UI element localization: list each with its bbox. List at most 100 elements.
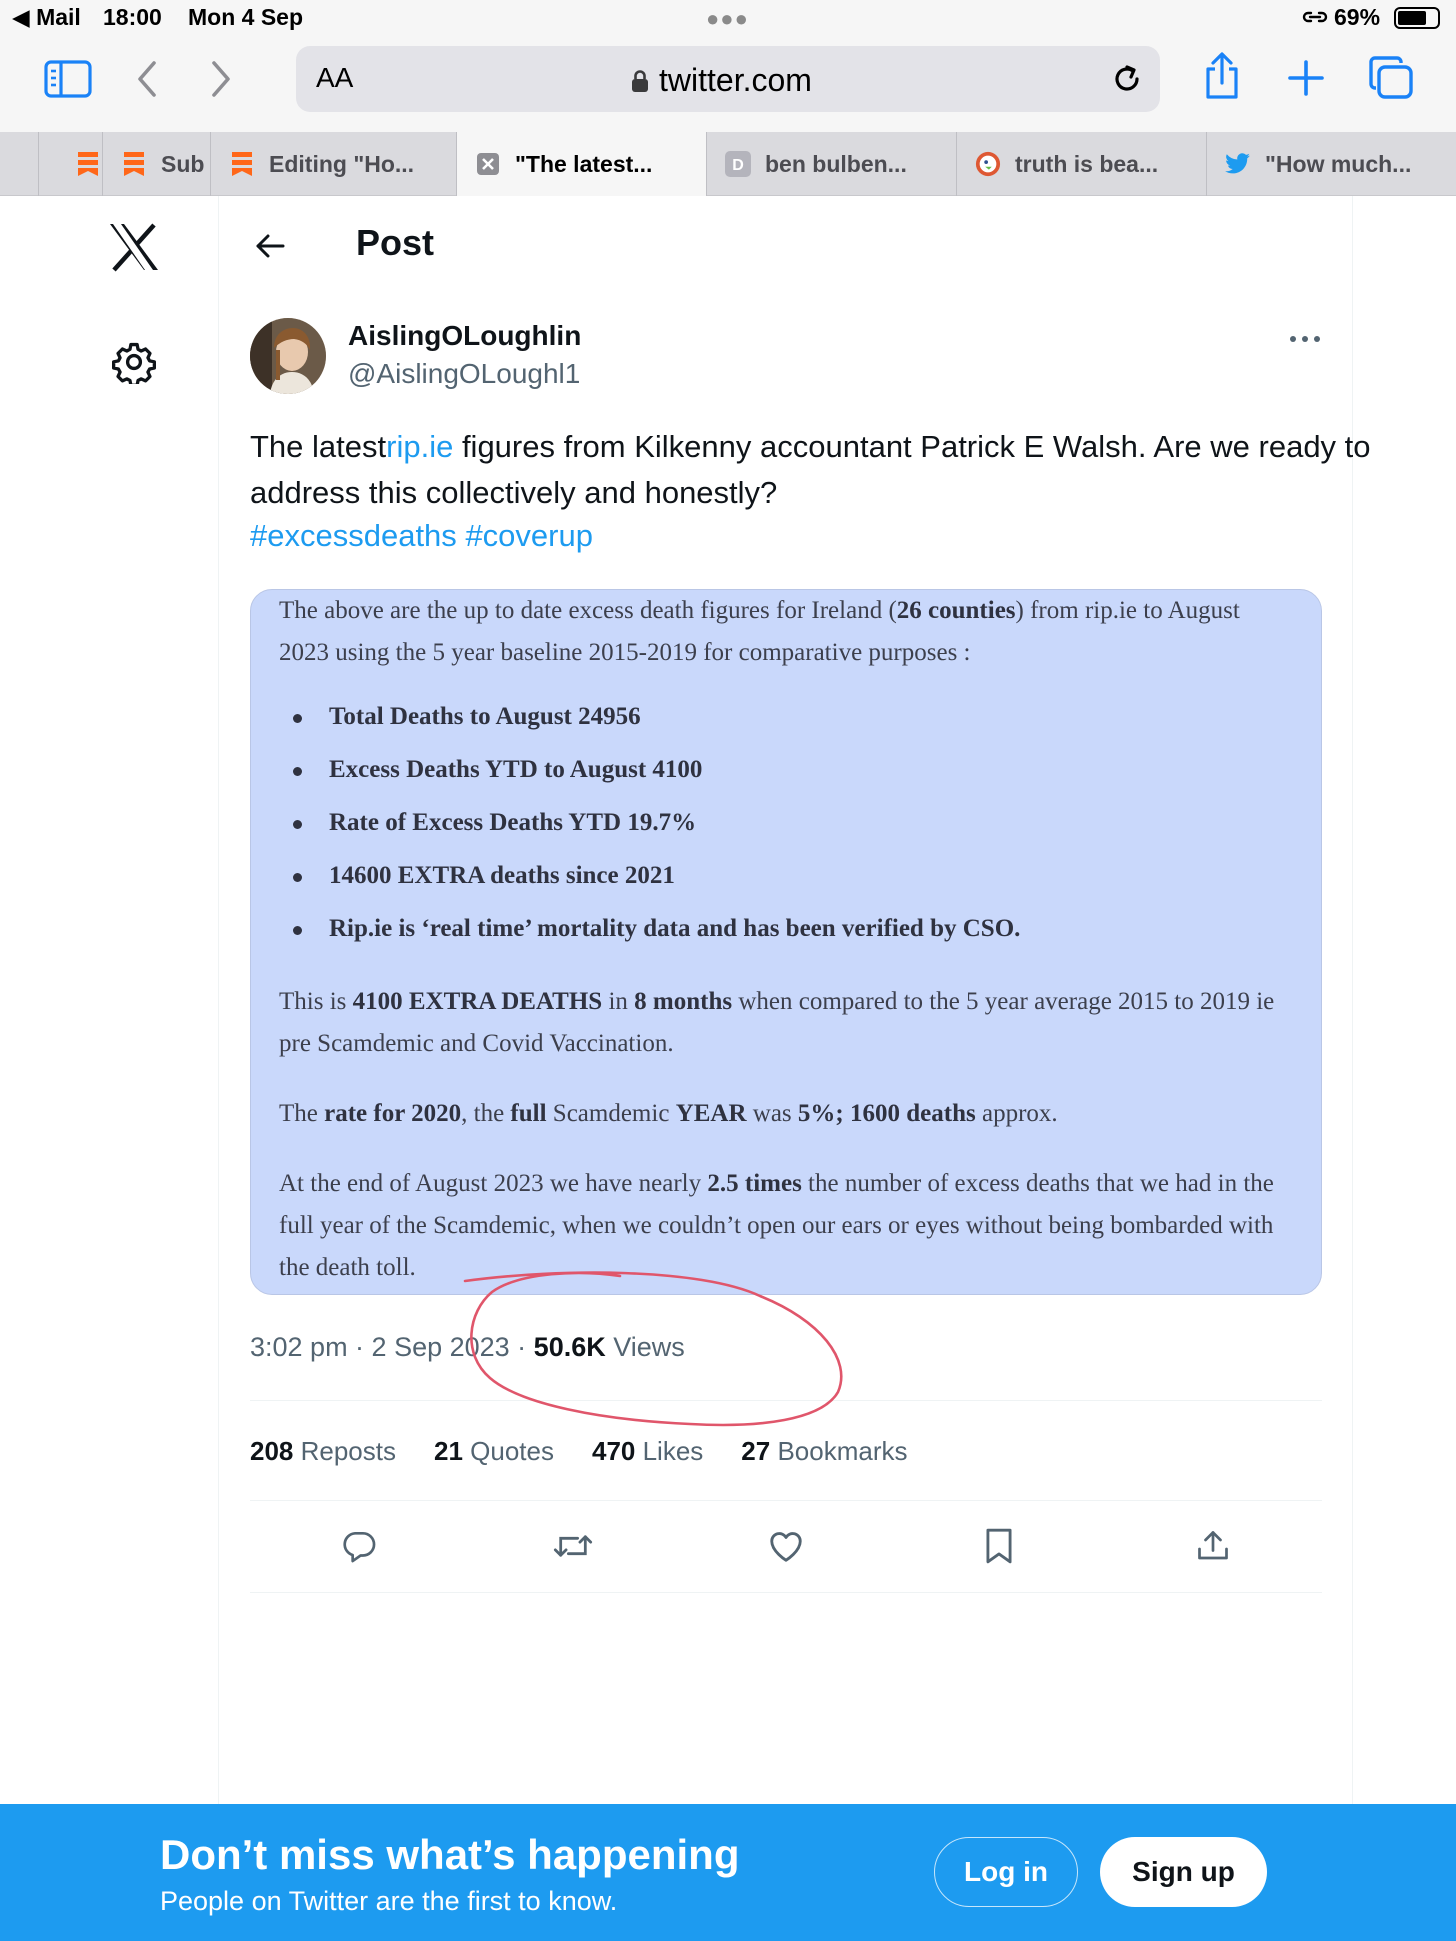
tweet-timestamp[interactable]: 3:02 pm · 2 Sep 2023 · — [250, 1332, 534, 1362]
image-text-bold: 2.5 times — [707, 1170, 802, 1197]
tab-how-much[interactable]: "How much... — [1206, 132, 1456, 196]
banner-headline: Don’t miss what’s happening — [160, 1831, 740, 1878]
tab-bookmark[interactable] — [38, 132, 102, 196]
tab-label: ben bulben... — [765, 150, 907, 177]
image-text: Scamdemic — [546, 1100, 676, 1127]
repost-icon[interactable] — [553, 1526, 593, 1566]
duckduckgo-favicon-icon — [975, 151, 1001, 177]
share-tweet-icon[interactable] — [1193, 1526, 1233, 1566]
tweet-hashtags: #excessdeaths #coverup — [250, 518, 593, 554]
image-text: , the — [461, 1100, 511, 1127]
text-size-button[interactable]: AA — [316, 62, 353, 94]
tweet-text-start: The latest — [250, 429, 387, 464]
back-arrow-icon[interactable] — [252, 228, 288, 264]
sidebar-icon[interactable] — [40, 58, 96, 100]
avatar[interactable] — [250, 318, 326, 394]
quotes-label: Quotes — [462, 1436, 554, 1466]
address-domain[interactable]: twitter.com — [631, 62, 812, 99]
likes-stat[interactable]: 470 Likes — [592, 1436, 703, 1467]
tweet-image[interactable]: The above are the up to date excess deat… — [250, 589, 1322, 1295]
twitter-bird-favicon-icon — [1225, 151, 1251, 177]
image-text-bold: YEAR — [675, 1100, 747, 1127]
image-text: The above are the up to date excess deat… — [279, 597, 897, 624]
bookmarks-count: 27 — [741, 1436, 771, 1466]
image-paragraph-2: This is 4100 EXTRA DEATHS in 8 months wh… — [279, 981, 1289, 1065]
signup-button[interactable]: Sign up — [1100, 1837, 1267, 1907]
share-icon[interactable] — [1198, 50, 1246, 102]
x-logo-icon[interactable] — [108, 222, 160, 272]
substack-favicon-icon — [229, 151, 255, 177]
list-item: Rip.ie is ‘real time’ mortality data and… — [279, 902, 1020, 955]
engagement-stats: 208 Reposts 21 Quotes 470 Likes 27 Bookm… — [250, 1436, 907, 1467]
image-intro-paragraph: The above are the up to date excess deat… — [279, 590, 1289, 674]
page-title: Post — [356, 222, 435, 263]
close-tab-icon[interactable] — [475, 151, 501, 177]
likes-label: Likes — [635, 1436, 704, 1466]
divider — [250, 1400, 1322, 1401]
hashtag-coverup[interactable]: #coverup — [465, 518, 593, 553]
bookmark-icon[interactable] — [979, 1526, 1019, 1566]
column-divider — [218, 196, 219, 1804]
reposts-count: 208 — [250, 1436, 294, 1466]
settings-gear-icon[interactable] — [112, 340, 156, 387]
tweet-link[interactable]: rip.ie — [386, 429, 453, 464]
divider — [250, 1500, 1322, 1501]
quotes-stat[interactable]: 21 Quotes — [434, 1436, 554, 1467]
image-text: The — [279, 1100, 325, 1127]
bookmarks-label: Bookmarks — [770, 1436, 908, 1466]
tweet-text: The latestrip.ie figures from Kilkenny a… — [250, 424, 1380, 516]
tab-substack[interactable]: Sub — [102, 132, 210, 196]
tab-truth-is[interactable]: truth is bea... — [956, 132, 1206, 196]
twitter-page: Post AislingOLoughlin @AislingOLoughl1 T… — [0, 196, 1456, 1804]
image-text: approx. — [975, 1100, 1058, 1127]
reload-icon[interactable] — [1108, 60, 1146, 98]
list-item: 14600 EXTRA deaths since 2021 — [279, 849, 1020, 902]
new-tab-icon[interactable] — [1284, 56, 1328, 100]
substack-favicon-icon — [121, 151, 147, 177]
back-icon[interactable] — [130, 58, 164, 100]
reply-icon[interactable] — [339, 1526, 379, 1566]
svg-text:D: D — [732, 157, 744, 174]
back-to-mail-link[interactable]: ◀ Mail — [12, 4, 81, 31]
divider — [250, 1592, 1322, 1593]
likes-count: 470 — [591, 1436, 636, 1466]
lock-icon — [632, 69, 648, 92]
image-text-bold: 4100 EXTRA DEATHS — [352, 988, 603, 1015]
image-text-bold: 8 months — [634, 988, 733, 1015]
tab-editing[interactable]: Editing "Ho... — [210, 132, 456, 196]
tab-label: "The latest... — [515, 150, 653, 177]
views-label: Views — [605, 1332, 685, 1362]
forward-icon[interactable] — [204, 58, 238, 100]
tab-label: truth is bea... — [1015, 150, 1159, 177]
image-text: This is — [279, 988, 353, 1015]
reposts-stat[interactable]: 208 Reposts — [250, 1436, 396, 1467]
image-text: At the end of August 2023 we have nearly — [279, 1170, 708, 1197]
login-button[interactable]: Log in — [934, 1837, 1078, 1907]
status-time: 18:00 — [103, 4, 162, 30]
battery-percent: 69% — [1334, 4, 1381, 30]
tab-strip: Sub Editing "Ho... "The latest... D ben … — [0, 132, 1456, 196]
hashtag-excessdeaths[interactable]: #excessdeaths — [250, 518, 457, 553]
tabs-overview-icon[interactable] — [1366, 54, 1416, 102]
tweet-timestamp-line: 3:02 pm · 2 Sep 2023 · 50.6K Views — [250, 1332, 685, 1363]
author-display-name[interactable]: AislingOLoughlin — [348, 320, 581, 352]
more-options-icon[interactable] — [1288, 332, 1322, 346]
like-heart-icon[interactable] — [766, 1526, 806, 1566]
image-text-bold: 5%; 1600 deaths — [797, 1100, 976, 1127]
reposts-label: Reposts — [293, 1436, 396, 1466]
bookmarks-stat[interactable]: 27 Bookmarks — [741, 1436, 907, 1467]
quotes-count: 21 — [434, 1436, 463, 1466]
image-paragraph-4: At the end of August 2023 we have nearly… — [279, 1163, 1289, 1289]
tab-ben-bulben[interactable]: D ben bulben... — [706, 132, 956, 196]
multitasking-dots-icon[interactable]: ●●● — [706, 6, 749, 32]
image-text: was — [746, 1100, 798, 1127]
image-text-bold: full — [510, 1100, 547, 1127]
image-paragraph-3: The rate for 2020, the full Scamdemic YE… — [279, 1093, 1289, 1135]
tab-label: Sub — [161, 150, 205, 177]
image-text: in — [602, 988, 635, 1015]
author-handle[interactable]: @AislingOLoughl1 — [348, 358, 580, 390]
tab-the-latest[interactable]: "The latest... — [456, 132, 706, 196]
address-bar[interactable]: AA twitter.com — [296, 46, 1160, 112]
image-text-bold: rate for 2020 — [324, 1100, 462, 1127]
browser-toolbar: AA twitter.com — [0, 36, 1456, 132]
